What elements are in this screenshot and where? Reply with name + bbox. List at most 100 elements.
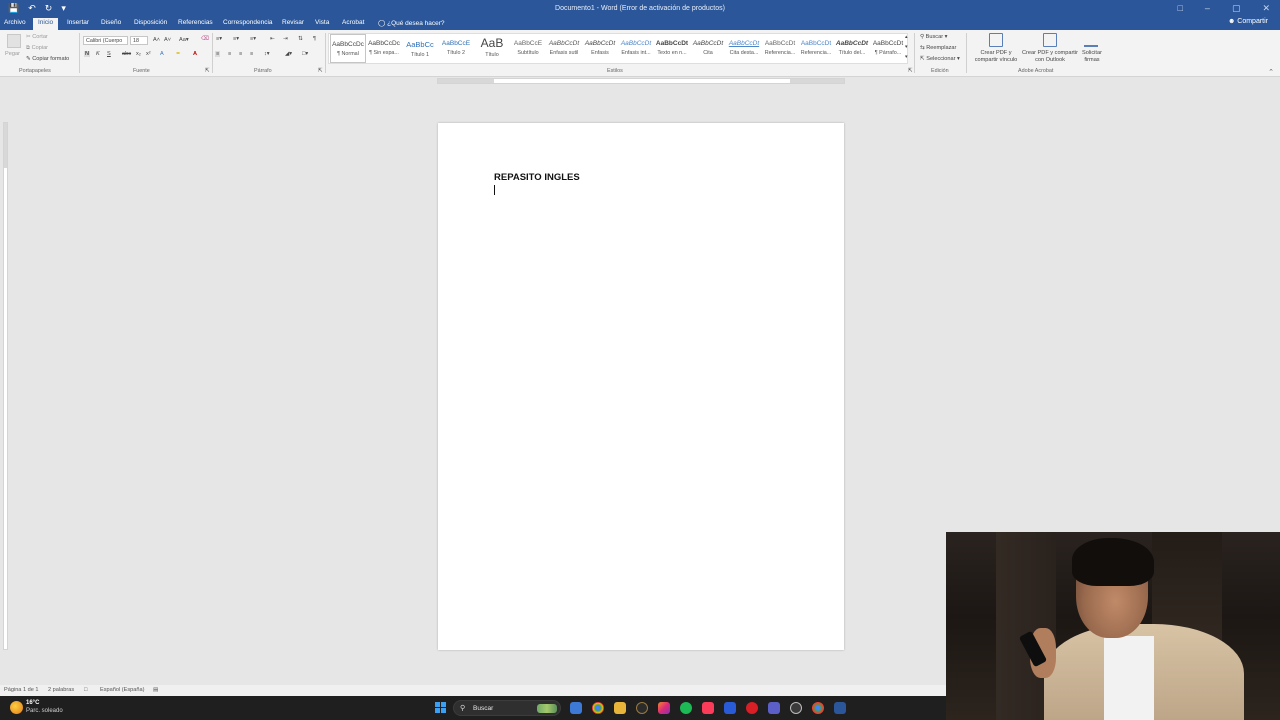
style-intense-reference[interactable]: AaBbCcDt Referencia... [798,34,834,63]
style-intense-quote[interactable]: AaBbCcDt Cita desta... [726,34,762,63]
style-strong[interactable]: AaBbCcDt Texto en n... [654,34,690,63]
superscript-icon[interactable]: x² [146,51,151,57]
proofing-icon[interactable]: □ [84,687,87,693]
app-icon[interactable] [636,702,648,714]
shrink-font-icon[interactable]: A˅ [164,37,171,43]
grow-font-icon[interactable]: A˄ [153,37,160,43]
tab-inicio[interactable]: Inicio [33,18,59,30]
language-indicator[interactable]: Español (España) [100,687,144,693]
red-app-icon[interactable] [746,702,758,714]
bold-icon[interactable]: N [84,51,91,57]
pdf-outlook-icon[interactable] [1043,33,1057,47]
paste-label[interactable]: Pegar [5,51,20,57]
settings-icon[interactable] [790,702,802,714]
tell-me-search[interactable]: ◯ ¿Qué desea hacer? [378,19,445,27]
chrome-icon[interactable] [592,702,604,714]
pdf-link-icon[interactable] [989,33,1003,47]
strikethrough-icon[interactable]: abc [122,51,131,57]
tab-archivo[interactable]: Archivo [4,19,26,26]
align-right-icon[interactable]: ≡ [239,51,242,57]
style-subtle-emphasis[interactable]: AaBbCcDt Énfasis sutil [546,34,582,63]
share-button[interactable]: ☻ Compartir [1228,18,1268,25]
format-painter-button[interactable]: ✎ Copiar formato [26,56,69,62]
shading-icon[interactable]: ◢▾ [285,51,292,57]
page-count[interactable]: Página 1 de 1 [4,687,39,693]
document-page[interactable]: REPASITO INGLES [438,123,844,650]
replace-button[interactable]: ⇆ Reemplazar [920,45,956,51]
request-signatures-button[interactable]: Solicitar firmas [1078,50,1106,64]
ribbon-display-options-icon[interactable]: □ [1177,3,1182,14]
tab-acrobat[interactable]: Acrobat [342,19,364,26]
close-icon[interactable]: ✕ [1262,3,1270,14]
tab-disposicion[interactable]: Disposición [134,19,167,26]
bullets-icon[interactable]: ≡▾ [216,36,222,42]
numbering-icon[interactable]: ≡▾ [233,36,239,42]
subscript-icon[interactable]: x₂ [136,51,141,57]
borders-icon[interactable]: □▾ [302,51,308,57]
style-book-title[interactable]: AaBbCcDt Título del... [834,34,870,63]
music-icon[interactable] [702,702,714,714]
tab-vista[interactable]: Vista [315,19,329,26]
windows-start-icon[interactable] [435,702,446,713]
clear-formatting-icon[interactable]: ⌫ [201,36,209,42]
paragraph-dialog-launcher-icon[interactable]: ⇱ [318,68,323,74]
file-explorer-icon[interactable] [614,702,626,714]
minimize-icon[interactable]: – [1205,3,1210,14]
taskbar-search[interactable]: ⚲ Buscar [453,700,561,716]
line-spacing-icon[interactable]: ↕▾ [264,51,270,57]
paste-icon[interactable] [7,34,21,48]
styles-dialog-launcher-icon[interactable]: ⇱ [908,68,913,74]
align-center-icon[interactable]: ≡ [228,51,231,57]
style-quote[interactable]: AaBbCcDt Cita [690,34,726,63]
style-heading-1[interactable]: AaBbCc Título 1 [402,34,438,63]
style-title[interactable]: AaB Título [474,34,510,63]
text-effects-icon[interactable]: A [160,51,164,57]
tab-revisar[interactable]: Revisar [282,19,304,26]
select-button[interactable]: ⇱ Seleccionar ▾ [920,56,960,62]
cut-button[interactable]: ✂ Cortar [26,34,48,40]
font-size-combo[interactable]: 18 [130,36,148,45]
italic-icon[interactable]: K [96,51,100,57]
highlight-icon[interactable]: ✒ [176,51,181,57]
styles-scroll-up-icon[interactable]: ▴ [905,34,908,40]
style-subtitle[interactable]: AaBbCcE Subtítulo [510,34,546,63]
style-subtle-reference[interactable]: AaBbCcDt Referencia... [762,34,798,63]
tab-insertar[interactable]: Insertar [67,19,89,26]
style-normal[interactable]: AaBbCcDc ¶ Normal [330,34,366,63]
show-marks-icon[interactable]: ¶ [313,36,316,42]
underline-icon[interactable]: S [107,51,111,57]
document-heading[interactable]: REPASITO INGLES [494,172,580,183]
style-emphasis[interactable]: AaBbCcDt Énfasis [582,34,618,63]
align-left-icon[interactable]: ≡ [215,51,221,57]
spotify-icon[interactable] [680,702,692,714]
sort-icon[interactable]: ⇅ [298,36,303,42]
multilevel-list-icon[interactable]: ≡▾ [250,36,256,42]
tab-correspondencia[interactable]: Correspondencia [223,19,273,26]
style-heading-2[interactable]: AaBbCcE Título 2 [438,34,474,63]
tab-referencias[interactable]: Referencias [178,19,213,26]
horizontal-ruler[interactable] [437,78,845,84]
app-icon-blue[interactable] [724,702,736,714]
font-name-combo[interactable]: Calibri (Cuerpo [83,36,128,45]
copilot-icon[interactable] [570,702,582,714]
signature-icon[interactable] [1084,33,1098,47]
tab-diseno[interactable]: Diseño [101,19,121,26]
word-count[interactable]: 2 palabras [48,687,74,693]
font-dialog-launcher-icon[interactable]: ⇱ [205,68,210,74]
vertical-ruler[interactable] [3,122,8,650]
create-pdf-link-button[interactable]: Crear PDF y compartir vínculo [970,50,1022,64]
style-intense-emphasis[interactable]: AaBbCcDt Énfasis int... [618,34,654,63]
decrease-indent-icon[interactable]: ⇤ [270,36,275,42]
word-icon[interactable] [834,702,846,714]
maximize-icon[interactable]: ▢ [1232,3,1241,14]
chrome-profile-icon[interactable] [812,702,824,714]
justify-icon[interactable]: ≡ [250,51,253,57]
accessibility-icon[interactable]: ▤ [153,687,158,693]
font-color-icon[interactable]: A [193,51,197,57]
increase-indent-icon[interactable]: ⇥ [283,36,288,42]
styles-scroll-down-icon[interactable]: ▾ [905,44,908,50]
create-pdf-outlook-button[interactable]: Crear PDF y compartir con Outlook [1020,50,1080,64]
change-case-icon[interactable]: Aa▾ [179,37,189,43]
styles-more-icon[interactable]: ▾ [905,54,908,60]
style-no-spacing[interactable]: AaBbCcDc ¶ Sin espa... [366,34,402,63]
